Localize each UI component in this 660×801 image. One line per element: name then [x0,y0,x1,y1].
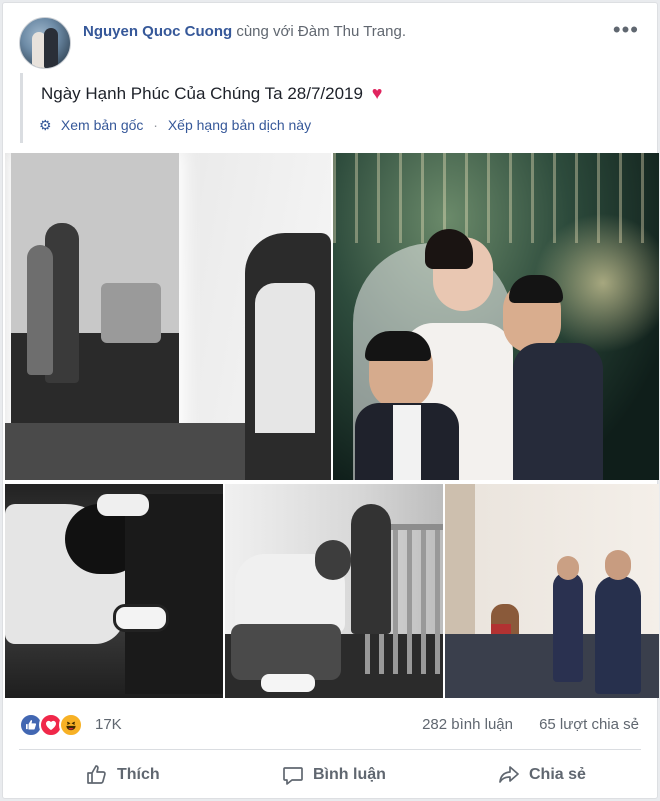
caption-block: Ngày Hạnh Phúc Của Chúng Ta 28/7/2019 ♥ … [20,73,620,143]
reaction-count[interactable]: 17K [95,716,122,733]
post-header: Nguyen Quoc Cuong cùng với Đàm Thu Trang… [19,17,645,73]
heart-icon: ♥ [371,83,383,103]
boy-suit [553,572,583,682]
sitting-boy [351,504,391,634]
more-options-icon[interactable]: ••• [613,19,639,41]
boy-head [557,556,579,580]
post-caption: Ngày Hạnh Phúc Của Chúng Ta 28/7/2019 ♥ [41,83,382,104]
with-text: cùng với [236,23,294,40]
bride-hair [425,229,473,269]
gear-icon[interactable]: ⚙ [39,117,57,134]
author-name-link[interactable]: Nguyen Quoc Cuong [83,23,232,40]
action-divider [19,749,641,750]
share-button[interactable]: Chia sẻ [497,757,586,793]
photo-5[interactable] [445,484,659,698]
share-arrow-icon [499,766,519,783]
sneaker [113,604,169,632]
share-label: Chia sẻ [529,766,586,783]
comment-count-link[interactable]: 282 bình luận [422,716,513,733]
thumbs-up-icon [87,765,106,784]
comment-icon [283,767,303,785]
boy-hair [365,331,431,361]
photo-1[interactable] [5,153,331,480]
translation-bar: ⚙ Xem bản gốc · Xếp hạng bản dịch này [39,117,311,134]
feed-post: Nguyen Quoc Cuong cùng với Đàm Thu Trang… [2,2,659,799]
comment-label: Bình luận [313,766,386,783]
groom-head [605,550,631,580]
groom-suit [513,343,603,480]
action-bar: Thích Bình luận Chia sẻ [19,757,641,793]
reaction-summary: 17K 282 bình luận 65 lượt chia sẻ [19,711,639,739]
caption-text: Ngày Hạnh Phúc Của Chúng Ta 28/7/2019 [41,84,363,103]
mirror-figure-boy [27,245,53,375]
photo-3[interactable] [5,484,223,698]
leg-figure [125,494,223,694]
rate-translation-link[interactable]: Xếp hạng bản dịch này [168,117,311,133]
kneeling-groom-head [315,540,351,580]
photo-4[interactable] [225,484,443,698]
see-original-link[interactable]: Xem bản gốc [61,117,144,133]
reaction-icons[interactable] [19,713,91,737]
haha-reaction-icon [59,713,83,737]
author-line: Nguyen Quoc Cuong cùng với Đàm Thu Trang… [83,23,406,40]
comment-button[interactable]: Bình luận [281,757,386,793]
white-sock [97,494,149,516]
like-button[interactable]: Thích [85,757,160,793]
avatar-figure-right [44,28,58,68]
boy-shirt [393,405,421,480]
shoe [261,674,315,692]
share-count-link[interactable]: 65 lượt chia sẻ [539,716,639,733]
author-avatar[interactable] [19,17,71,69]
like-label: Thích [117,766,160,783]
mirror-chair [101,283,161,343]
photo-2[interactable] [333,153,659,480]
separator-dot: · [153,117,158,133]
groom-suit [595,576,641,694]
tagged-user-link[interactable]: Đàm Thu Trang. [298,23,406,40]
foreground-shirt [255,283,315,433]
kneeling-groom-pants [231,624,341,680]
